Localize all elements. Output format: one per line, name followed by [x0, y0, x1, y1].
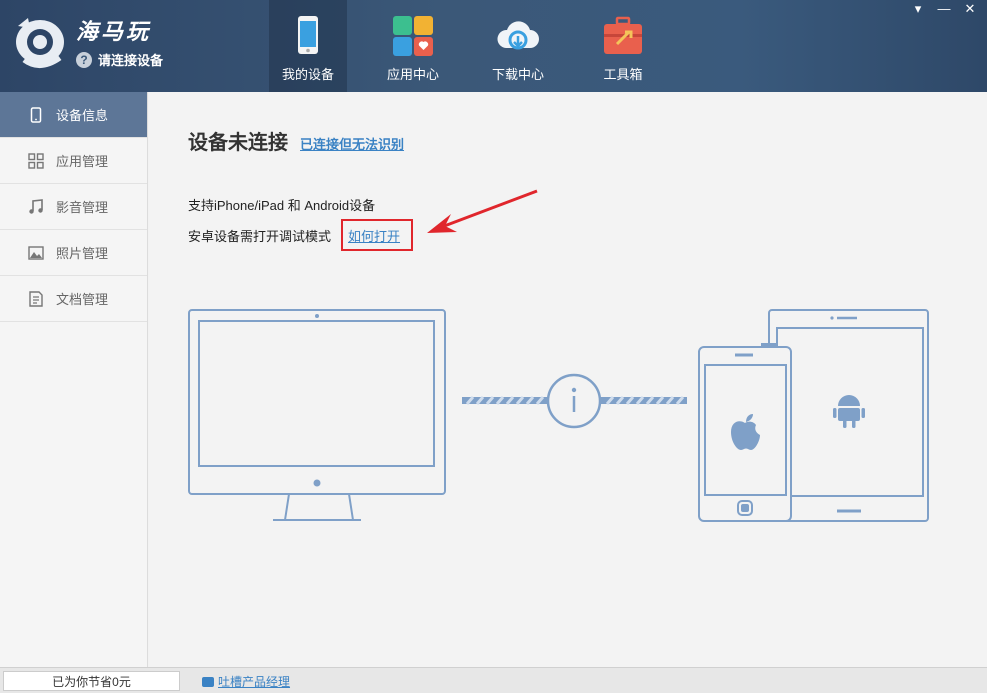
phone-icon [28, 106, 44, 123]
nav-download-center[interactable]: 下载中心 [479, 0, 557, 92]
nav-label: 我的设备 [281, 67, 334, 82]
sidebar-item-label: 影音管理 [56, 200, 109, 215]
sidebar-item-label: 照片管理 [56, 246, 109, 261]
howto-highlight-box: 如何打开 [341, 219, 413, 251]
tablet-icon [768, 309, 929, 522]
sidebar-item-media-manage[interactable]: 影音管理 [0, 184, 147, 230]
nav-app-center[interactable]: 应用中心 [374, 0, 452, 92]
connection-status[interactable]: ? 请连接设备 [76, 50, 163, 69]
red-arrow-icon [427, 189, 538, 233]
support-text: 支持iPhone/iPad 和 Android设备 [188, 198, 376, 213]
sidebar-item-photo-manage[interactable]: 照片管理 [0, 230, 147, 276]
connection-illustration [188, 189, 929, 522]
app-name: 海马玩 [76, 19, 152, 44]
sidebar-item-label: 文档管理 [56, 292, 109, 307]
nav-my-device[interactable]: 我的设备 [269, 0, 347, 92]
main-panel: 设备未连接 已连接但无法识别 支持iPhone/iPad 和 Android设备… [149, 92, 987, 667]
android-icon [833, 395, 865, 428]
sidebar-item-label: 设备信息 [56, 108, 109, 123]
unrecognized-link[interactable]: 已连接但无法识别 [300, 134, 404, 153]
phone-device-icon [298, 16, 318, 54]
sidebar-item-app-manage[interactable]: 应用管理 [0, 138, 147, 184]
sidebar-item-device-info[interactable]: 设备信息 [0, 92, 147, 138]
apple-icon [731, 414, 760, 450]
minimize-button[interactable]: — [933, 2, 955, 18]
dropdown-button[interactable]: ▾ [907, 2, 929, 18]
cloud-download-icon [497, 21, 539, 50]
phone-illustration-icon [698, 346, 792, 522]
question-icon: ? [76, 51, 92, 68]
nav-label: 下载中心 [491, 67, 544, 82]
feedback-link[interactable]: 吐槽产品经理 [202, 673, 290, 690]
grid-icon [28, 152, 44, 169]
picture-icon [28, 245, 44, 261]
savings-counter: 已为你节省0元 [3, 671, 180, 691]
app-grid-icon [393, 16, 433, 56]
seahorse-logo-icon [16, 18, 64, 68]
feedback-link-label: 吐槽产品经理 [218, 675, 291, 689]
sidebar-item-label: 应用管理 [56, 154, 109, 169]
nav-label: 工具箱 [603, 67, 643, 82]
page-title: 设备未连接 [188, 132, 288, 154]
debug-mode-text: 安卓设备需打开调试模式 [188, 229, 332, 244]
sidebar-item-doc-manage[interactable]: 文档管理 [0, 276, 147, 322]
status-bar: 已为你节省0元 吐槽产品经理 [0, 667, 987, 693]
window-controls: ▾ — ✕ [907, 2, 981, 18]
toolbox-icon [604, 16, 642, 54]
chat-bubble-icon [202, 676, 214, 687]
document-icon [28, 290, 44, 307]
connection-status-label: 请连接设备 [98, 53, 164, 68]
nav-label: 应用中心 [386, 67, 439, 82]
title-bar: 海马玩 ? 请连接设备 我的设备 应用中心 下载中心 工具箱 ▾ — ✕ [0, 0, 987, 92]
sidebar: 设备信息 应用管理 影音管理 照片管理 文档管理 [0, 92, 148, 667]
music-note-icon [28, 198, 44, 215]
close-button[interactable]: ✕ [959, 2, 981, 18]
nav-toolbox[interactable]: 工具箱 [584, 0, 662, 92]
howto-link[interactable]: 如何打开 [348, 226, 400, 245]
monitor-icon [188, 309, 446, 521]
cable-icon [462, 373, 687, 429]
